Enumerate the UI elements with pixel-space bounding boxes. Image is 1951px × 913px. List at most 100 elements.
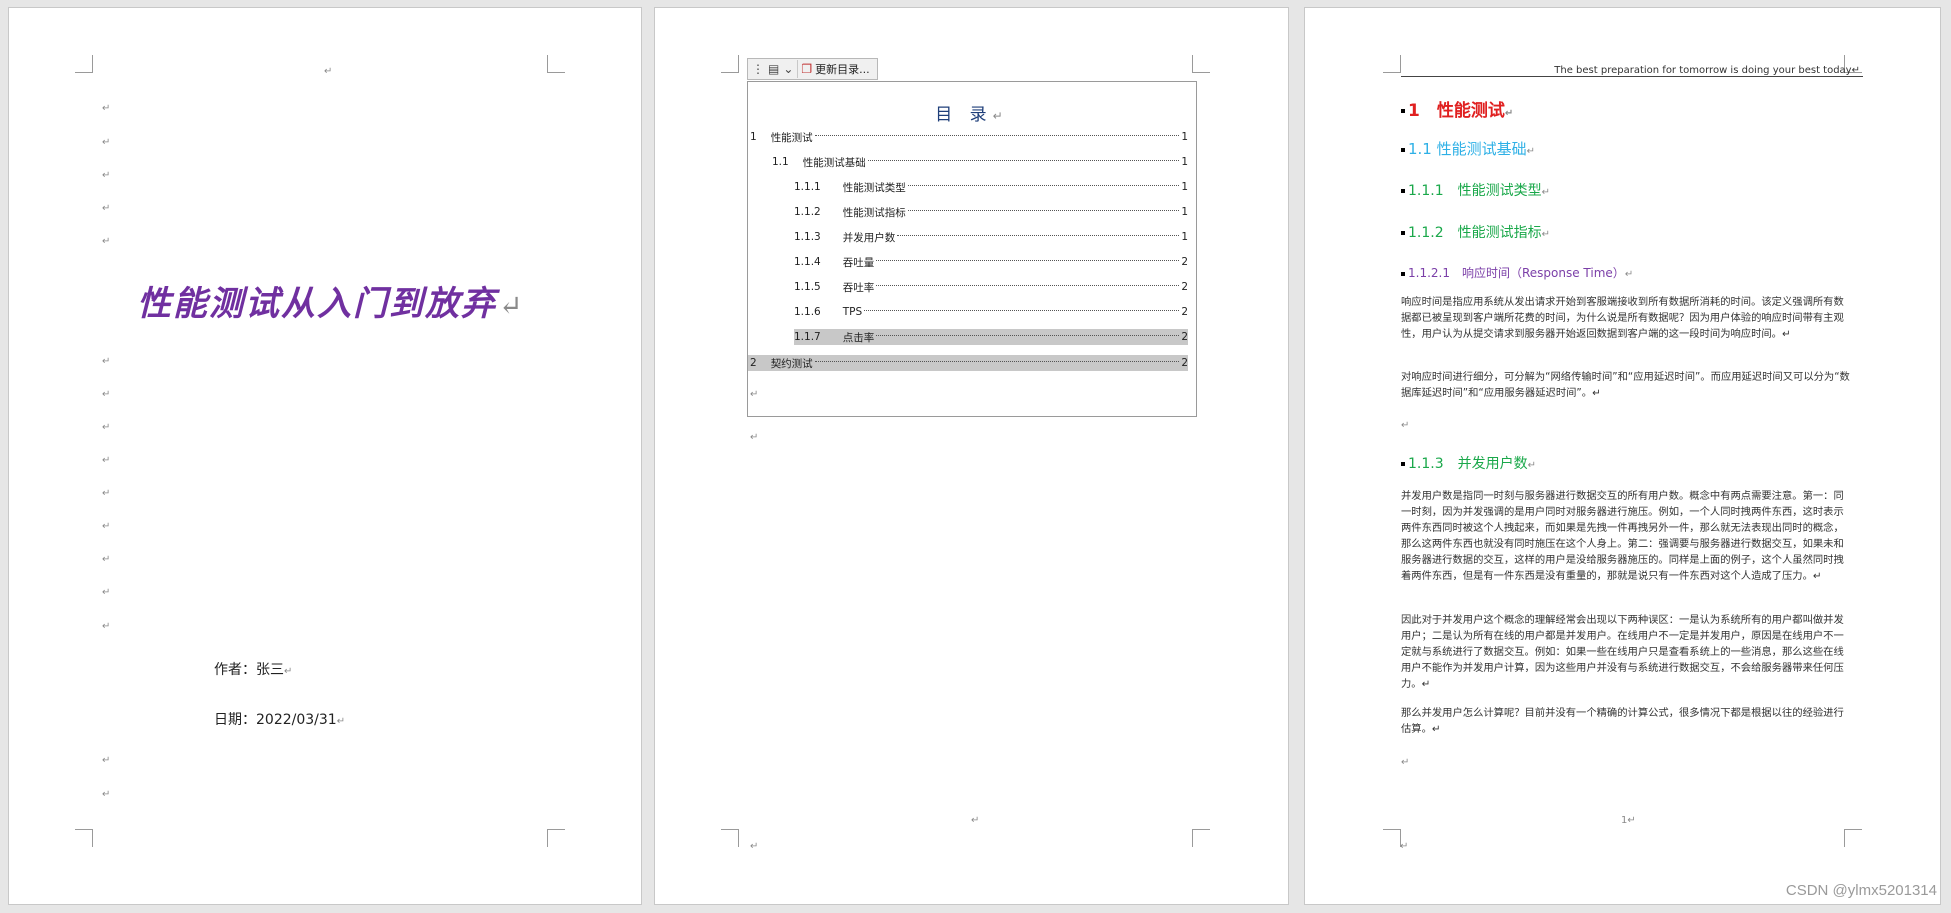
- paragraph-mark: ↵: [750, 389, 759, 400]
- crop-mark: [1192, 55, 1210, 73]
- toc-entry-number: 1.1: [772, 156, 789, 168]
- toc-entry[interactable]: 1.1.1 性能测试类型 1: [748, 179, 1188, 195]
- body-paragraph: 对响应时间进行细分，可分解为“网络传输时间”和“应用延迟时间”。而应用延迟时间又…: [1401, 371, 1850, 399]
- toc-entry-text: TPS: [842, 306, 863, 318]
- watermark: CSDN @ylmx5201314: [1785, 882, 1937, 899]
- crop-mark: [1383, 829, 1401, 847]
- paragraph-mark: ↵: [336, 716, 346, 727]
- toc-entry-page: 1: [1181, 206, 1188, 218]
- toc-toolbar: ⋮ ▤ ⌄ ❐ 更新目录...: [747, 58, 878, 80]
- toc-entry[interactable]: 1.1.5 吞吐率 2: [748, 279, 1188, 295]
- paragraph-mark: ↵: [1526, 146, 1536, 157]
- page-header: The best preparation for tomorrow is doi…: [1554, 65, 1860, 76]
- toc-leader: [897, 235, 1180, 236]
- toc-leader: [876, 260, 1180, 261]
- paragraph-text: 响应时间是指应用系统从发出请求开始到客服端接收到所有数据所消耗的时间。该定义强调…: [1401, 296, 1844, 340]
- toc-leader: [907, 185, 1180, 186]
- toc-entry[interactable]: 1.1.4 吞吐量 2: [748, 254, 1188, 270]
- date-line: 日期：2022/03/31↵: [214, 709, 345, 729]
- paragraph-mark: ↵: [1527, 460, 1537, 471]
- date-text: 日期：2022/03/31: [214, 712, 337, 728]
- body-paragraph: 因此对于并发用户这个概念的理解经常会出现以下两种误区：一是认为系统所有的用户都叫…: [1401, 614, 1844, 690]
- paragraph-mark: ↵: [1504, 108, 1514, 119]
- paragraph-text: 对响应时间进行细分，可分解为“网络传输时间”和“应用延迟时间”。而应用延迟时间又…: [1401, 371, 1850, 399]
- toc-entry-text: 点击率: [842, 331, 875, 344]
- heading-3: 1.1.2 性能测试指标↵: [1401, 222, 1550, 242]
- paragraph-mark: ↵: [102, 755, 111, 766]
- paragraph-mark: ↵: [1624, 269, 1634, 280]
- paragraph-mark: ↵: [1541, 187, 1551, 198]
- paragraph-mark: ↵: [102, 621, 111, 632]
- heading-text: 1.1.3 并发用户数: [1408, 456, 1528, 472]
- toc-entry-text: 性能测试类型: [842, 181, 906, 194]
- heading-text: 1.1.1 性能测试类型: [1408, 183, 1542, 199]
- toc-leader: [876, 285, 1180, 286]
- document-page-3: The best preparation for tomorrow is doi…: [1304, 7, 1941, 905]
- heading-3: 1.1.1 性能测试类型↵: [1401, 180, 1550, 200]
- document-icon[interactable]: ▤: [768, 62, 779, 76]
- toc-entry-text: 并发用户数: [842, 231, 896, 244]
- paragraph-mark: ↵: [102, 521, 111, 532]
- toc-leader: [864, 310, 1180, 311]
- toc-entry-text: 性能测试: [770, 131, 813, 144]
- toc-entry[interactable]: 1.1.3 并发用户数 1: [748, 229, 1188, 245]
- heading-text: 1.1.2 性能测试指标: [1408, 225, 1542, 241]
- paragraph-text: 因此对于并发用户这个概念的理解经常会出现以下两种误区：一是认为系统所有的用户都叫…: [1401, 614, 1844, 690]
- toc-entry-number: 1: [750, 131, 757, 143]
- toc-entry-number: 1.1.1: [794, 181, 821, 193]
- paragraph-mark: ↵: [1401, 757, 1410, 768]
- toc-entry[interactable]: 1 性能测试 1: [748, 129, 1188, 145]
- paragraph-mark: ↵: [1401, 420, 1410, 431]
- crop-mark: [547, 829, 565, 847]
- toc-entry-number: 1.1.6: [794, 306, 821, 318]
- toc-entry-number: 2: [750, 357, 757, 369]
- crop-mark: [75, 55, 93, 73]
- heading-1: 1 性能测试↵: [1401, 96, 1513, 121]
- document-page-1: ↵ ↵ ↵ ↵ ↵ ↵ 性能测试从入门到放弃↵ ↵ ↵ ↵ ↵ ↵ ↵ ↵ ↵ …: [8, 7, 642, 905]
- body-paragraph: 响应时间是指应用系统从发出请求开始到客服端接收到所有数据所消耗的时间。该定义强调…: [1401, 296, 1844, 340]
- paragraph-mark: ↵: [750, 841, 759, 852]
- paragraph-mark: ↵: [102, 488, 111, 499]
- toc-leader: [814, 135, 1180, 136]
- paragraph-mark: ↵: [102, 587, 111, 598]
- toc-entry[interactable]: 1.1.7 点击率 2: [794, 329, 1188, 345]
- toc-leader: [876, 335, 1180, 336]
- paragraph-mark: ↵: [102, 203, 111, 214]
- toc-entry[interactable]: 1.1.2 性能测试指标 1: [748, 204, 1188, 220]
- paragraph-mark: ↵: [102, 455, 111, 466]
- toc-entry[interactable]: 2 契约测试 2: [748, 355, 1188, 371]
- toc-entry-number: 1.1.2: [794, 206, 821, 218]
- toc-entry-page: 2: [1181, 331, 1188, 343]
- toc-entry-page: 2: [1181, 306, 1188, 318]
- toc-leader: [814, 361, 1180, 362]
- toc-entry-page: 1: [1181, 156, 1188, 168]
- paragraph-mark: ↵: [992, 109, 1009, 123]
- toc-entry[interactable]: 1.1 性能测试基础 1: [748, 154, 1188, 170]
- toc-entry-number: 1.1.5: [794, 281, 821, 293]
- toc-entry-text: 性能测试基础: [802, 156, 866, 169]
- document-title-text: 性能测试从入门到放弃: [137, 284, 497, 324]
- bullet-marker: [1401, 109, 1405, 113]
- page-number-text: 1: [1621, 815, 1628, 826]
- table-of-contents[interactable]: 目 录↵ 1 性能测试 1 1.1 性能测试基础 1 1.1.1 性能测试类型 …: [747, 81, 1197, 417]
- crop-mark: [721, 829, 739, 847]
- bullet-marker: [1401, 462, 1405, 466]
- page-header-text: The best preparation for tomorrow is doi…: [1554, 65, 1852, 76]
- drag-handle-icon[interactable]: ⋮: [752, 62, 764, 76]
- crop-mark: [721, 55, 739, 73]
- page-number: 1↵: [1621, 815, 1636, 826]
- heading-3: 1.1.3 并发用户数↵: [1401, 453, 1536, 473]
- chevron-down-icon[interactable]: ⌄: [783, 62, 793, 76]
- update-toc-label: 更新目录...: [815, 63, 870, 76]
- bullet-marker: [1401, 189, 1405, 193]
- heading-text: 1.1 性能测试基础: [1408, 140, 1527, 158]
- toc-entry[interactable]: 1.1.6 TPS 2: [748, 304, 1188, 320]
- update-toc-button[interactable]: ❐ 更新目录...: [797, 60, 872, 78]
- document-page-2: ⋮ ▤ ⌄ ❐ 更新目录... 目 录↵ 1 性能测试 1 1.1 性能测试基础…: [654, 7, 1289, 905]
- crop-mark: [547, 55, 565, 73]
- crop-mark: [1383, 55, 1401, 73]
- refresh-document-icon: ❐: [801, 62, 813, 76]
- paragraph-mark: ↵: [284, 666, 293, 677]
- toc-entry-page: 1: [1181, 231, 1188, 243]
- toc-entry-text: 契约测试: [770, 357, 813, 370]
